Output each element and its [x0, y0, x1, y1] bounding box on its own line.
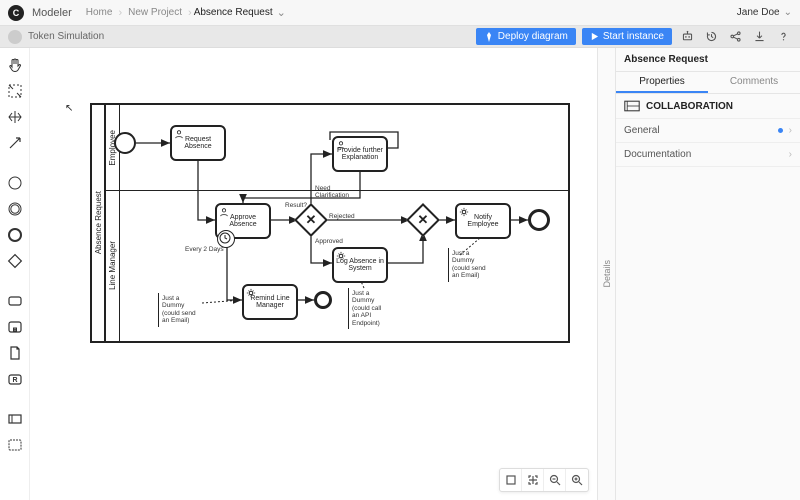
help-icon[interactable] [774, 28, 792, 46]
data-object-tool[interactable] [6, 344, 24, 362]
robot-icon[interactable] [678, 28, 696, 46]
section-label: COLLABORATION [646, 101, 733, 112]
bpmn-annotation-remind[interactable]: Just a Dummy (could send an Email) [158, 293, 202, 327]
top-bar: C Modeler Home › New Project › Absence R… [0, 0, 800, 26]
fit-viewport-button[interactable] [522, 469, 544, 491]
download-icon[interactable] [750, 28, 768, 46]
properties-title: Absence Request [616, 48, 800, 72]
end-event-tool[interactable] [6, 226, 24, 244]
task-tool[interactable] [6, 292, 24, 310]
user-menu[interactable]: Jane Doe ⌄ [737, 7, 792, 18]
canvas-nav-controls [499, 468, 589, 492]
properties-panel: Absence Request Properties Comments COLL… [615, 48, 800, 500]
properties-tabs: Properties Comments [616, 72, 800, 94]
space-tool[interactable] [6, 108, 24, 126]
svg-text:R: R [12, 377, 17, 384]
bpmn-annotation-notify[interactable]: Just a Dummy (could send an Email) [448, 248, 492, 282]
bpmn-task-remind-manager[interactable]: Remind Line Manager [242, 284, 298, 320]
diagram-canvas[interactable]: Absence Request Employee Line Manager Re… [30, 48, 597, 500]
user-task-icon [336, 140, 346, 150]
edge-label-rejected: Rejected [329, 213, 355, 220]
user-task-icon [219, 207, 229, 217]
hand-tool[interactable] [6, 56, 24, 74]
start-label: Start instance [603, 31, 664, 42]
lasso-tool[interactable] [6, 82, 24, 100]
app-brand: Modeler [32, 7, 72, 19]
zoom-out-button[interactable] [544, 469, 566, 491]
details-side-tab[interactable]: Details [597, 48, 615, 500]
deploy-diagram-button[interactable]: Deploy diagram [476, 28, 576, 45]
properties-row-documentation[interactable]: Documentation › [616, 143, 800, 167]
chevron-down-icon: ⌄ [784, 7, 792, 18]
service-task-icon [246, 288, 256, 298]
breadcrumb-home[interactable]: Home [86, 7, 113, 18]
tool-palette: R [0, 48, 30, 500]
properties-row-general[interactable]: General › [616, 119, 800, 143]
pool-label: Absence Request [92, 105, 106, 341]
pool-tool[interactable] [6, 410, 24, 428]
details-tab-label: Details [602, 260, 612, 288]
deploy-label: Deploy diagram [498, 31, 568, 42]
service-task-icon [336, 251, 346, 261]
start-instance-button[interactable]: Start instance [582, 28, 672, 45]
chevron-right-icon: › [789, 149, 792, 160]
chevron-down-icon[interactable]: ⌄ [277, 6, 286, 19]
breadcrumb-project[interactable]: New Project [128, 7, 182, 18]
service-task-icon [459, 207, 469, 217]
chevron-right-icon: › [789, 125, 792, 136]
token-simulation-toggle[interactable] [8, 30, 22, 44]
app-logo: C [8, 5, 24, 21]
share-icon[interactable] [726, 28, 744, 46]
edge-label-need-clarification: Need Clarification [315, 185, 355, 199]
bpmn-task-log-absence[interactable]: Log Absence in System [332, 247, 388, 283]
breadcrumb-current[interactable]: Absence Request [194, 7, 273, 18]
connect-tool[interactable] [6, 134, 24, 152]
bpmn-task-request-absence[interactable]: Request Absence [170, 125, 226, 161]
clock-icon [218, 231, 232, 245]
cursor-icon: ↖ [65, 103, 73, 114]
intermediate-event-tool[interactable] [6, 200, 24, 218]
reset-viewport-button[interactable] [500, 469, 522, 491]
robot-task-tool[interactable]: R [6, 370, 24, 388]
breadcrumb-sep: › [118, 7, 122, 19]
tab-properties[interactable]: Properties [616, 72, 708, 93]
history-icon[interactable] [702, 28, 720, 46]
properties-section-collaboration: COLLABORATION [616, 94, 800, 119]
subprocess-tool[interactable] [6, 318, 24, 336]
edge-label-every-2-days: Every 2 Days [185, 246, 224, 253]
lane-manager-label: Line Manager [106, 190, 120, 341]
token-simulation-label: Token Simulation [28, 31, 104, 42]
start-event-tool[interactable] [6, 174, 24, 192]
breadcrumb-sep: › [188, 7, 192, 19]
bpmn-end-event[interactable] [528, 209, 550, 231]
bpmn-end-event-remind[interactable] [314, 291, 332, 309]
edge-label-approved: Approved [315, 238, 343, 245]
changed-indicator-icon [778, 128, 783, 133]
tab-comments[interactable]: Comments [708, 72, 800, 93]
group-tool[interactable] [6, 436, 24, 454]
gateway-tool[interactable] [6, 252, 24, 270]
bpmn-annotation-log[interactable]: Just a Dummy (could call an API Endpoint… [348, 288, 392, 329]
zoom-in-button[interactable] [566, 469, 588, 491]
action-bar: Token Simulation Deploy diagram Start in… [0, 26, 800, 48]
row-label: General [624, 125, 660, 136]
bpmn-start-event[interactable] [114, 132, 136, 154]
play-icon [590, 32, 599, 41]
user-name: Jane Doe [737, 7, 780, 18]
bpmn-task-notify-employee[interactable]: Notify Employee [455, 203, 511, 239]
user-task-icon [174, 129, 184, 139]
gateway-label: Result? [285, 202, 307, 209]
row-label: Documentation [624, 149, 691, 160]
rocket-icon [484, 32, 494, 42]
collaboration-icon [624, 100, 640, 112]
bpmn-task-provide-explanation[interactable]: Provide further Explanation [332, 136, 388, 172]
